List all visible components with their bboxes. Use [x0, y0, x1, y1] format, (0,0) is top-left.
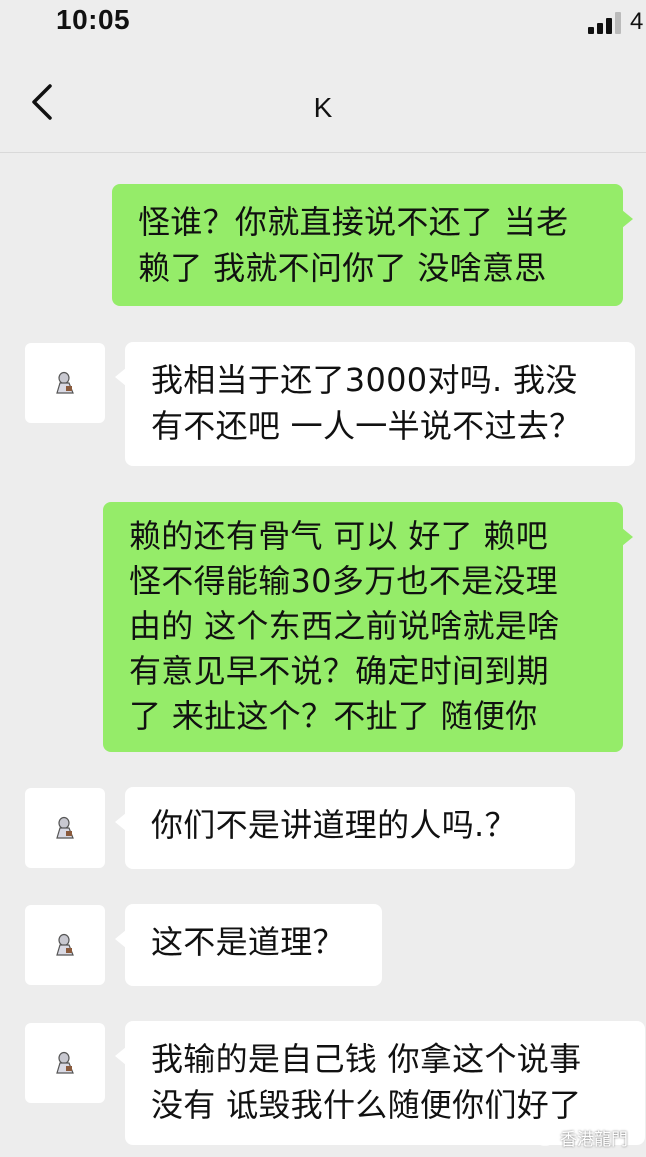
avatar-figure-icon [56, 933, 74, 956]
outgoing-message[interactable]: 赖的还有骨气 可以 好了 赖吧 怪不得能输30多万也不是没理 由的 这个东西之前… [103, 502, 633, 752]
avatar-figure-icon [56, 1051, 74, 1074]
watermark-text: 香港龍門 [560, 1130, 628, 1150]
incoming-message[interactable]: 这不是道理？ [115, 904, 382, 986]
outgoing-message[interactable]: 怪谁？你就直接说不还了 当老 赖了 我就不问你了 没啥意思 [112, 184, 633, 306]
avatar-figure-icon [56, 371, 74, 394]
message-list[interactable]: 怪谁？你就直接说不还了 当老 赖了 我就不问你了 没啥意思 我相当于还了3000… [0, 153, 646, 1157]
contact-avatar[interactable] [25, 905, 105, 985]
status-bar: 10:05 4 [0, 0, 646, 46]
signal-bars-icon [588, 12, 624, 34]
contact-avatar[interactable] [25, 343, 105, 423]
chat-header: K [0, 46, 646, 153]
status-network-label: 4 [630, 8, 644, 35]
weibo-logo-icon [536, 1130, 555, 1146]
incoming-message[interactable]: 你们不是讲道理的人吗.？ [115, 787, 575, 869]
contact-avatar[interactable] [25, 1023, 105, 1103]
watermark: 香港龍門 [536, 1125, 628, 1150]
status-time: 10:05 [56, 4, 131, 35]
contact-avatar[interactable] [25, 788, 105, 868]
chat-title: K [313, 92, 333, 123]
avatar-figure-icon [56, 816, 74, 839]
incoming-message[interactable]: 我相当于还了3000对吗. 我没 有不还吧 一人一半说不过去？ [115, 342, 635, 466]
